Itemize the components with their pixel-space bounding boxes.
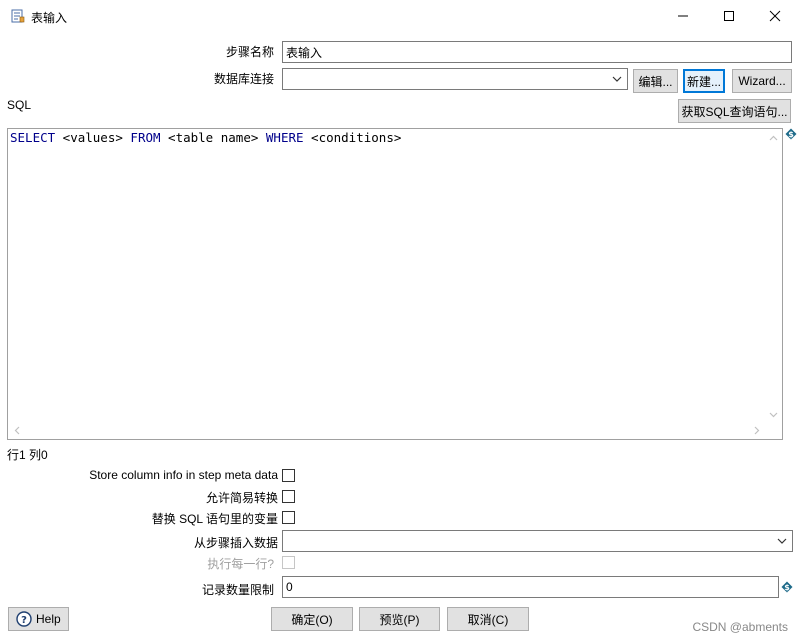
get-sql-button[interactable]: 获取SQL查询语句... xyxy=(678,99,791,123)
sql-editor[interactable]: SELECT <values> FROM <table name> WHERE … xyxy=(7,128,783,440)
ok-button[interactable]: 确定(O) xyxy=(271,607,353,631)
limit-input[interactable] xyxy=(282,576,779,598)
lazy-conversion-checkbox[interactable] xyxy=(282,490,295,503)
store-column-info-checkbox[interactable] xyxy=(282,469,295,482)
vertical-scrollbar[interactable] xyxy=(765,129,782,424)
sql-code: SELECT <values> FROM <table name> WHERE … xyxy=(10,130,401,145)
scroll-down-icon[interactable] xyxy=(769,412,778,418)
scroll-left-icon[interactable] xyxy=(14,426,20,435)
close-icon xyxy=(769,10,781,22)
replace-variables-checkbox[interactable] xyxy=(282,511,295,524)
table-input-icon xyxy=(11,9,25,23)
help-button[interactable]: ? Help xyxy=(8,607,69,631)
wizard-button[interactable]: Wizard... xyxy=(732,69,792,93)
minimize-button[interactable] xyxy=(660,0,706,32)
cursor-position-status: 行1 列0 xyxy=(7,448,48,462)
horizontal-scrollbar[interactable] xyxy=(8,422,766,439)
execute-each-row-label: 执行每一行? xyxy=(207,557,274,571)
sql-keyword: SELECT xyxy=(10,130,56,145)
scroll-corner xyxy=(765,422,782,439)
dollar-variable-icon: $ xyxy=(781,581,793,593)
watermark: CSDN @abments xyxy=(692,620,788,634)
db-connection-select[interactable] xyxy=(282,68,628,90)
title-bar: 表输入 xyxy=(0,0,804,34)
replace-variables-label: 替换 SQL 语句里的变量 xyxy=(151,512,278,526)
maximize-icon xyxy=(724,11,734,21)
limit-label: 记录数量限制 xyxy=(201,583,274,597)
step-name-label: 步骤名称 xyxy=(225,45,274,59)
sql-keyword: WHERE xyxy=(265,130,304,145)
window-title: 表输入 xyxy=(31,11,68,25)
execute-each-row-checkbox[interactable] xyxy=(282,556,295,569)
help-label: Help xyxy=(36,612,61,626)
scroll-right-icon[interactable] xyxy=(754,426,760,435)
sql-keyword: FROM xyxy=(130,130,161,145)
dollar-variable-icon: $ xyxy=(785,128,797,140)
svg-text:?: ? xyxy=(21,615,27,626)
new-connection-button[interactable]: 新建... xyxy=(683,69,725,93)
chevron-down-icon xyxy=(612,76,622,82)
sql-label: SQL xyxy=(7,98,32,112)
insert-data-from-step-label: 从步骤插入数据 xyxy=(193,536,278,550)
scroll-up-icon[interactable] xyxy=(769,135,778,141)
chevron-down-icon xyxy=(777,538,787,544)
lazy-conversion-label: 允许简易转换 xyxy=(205,491,278,505)
sql-text: <conditions> xyxy=(303,130,402,145)
maximize-button[interactable] xyxy=(706,0,752,32)
sql-text: <values> xyxy=(55,130,131,145)
store-column-info-label: Store column info in step meta data xyxy=(89,468,278,482)
preview-button[interactable]: 预览(P) xyxy=(359,607,440,631)
db-connection-label: 数据库连接 xyxy=(213,72,274,86)
cancel-button[interactable]: 取消(C) xyxy=(447,607,529,631)
close-button[interactable] xyxy=(752,0,798,32)
sql-text: <table name> xyxy=(160,130,266,145)
svg-text:$: $ xyxy=(784,583,790,592)
step-name-input[interactable] xyxy=(282,41,792,63)
insert-data-from-step-select[interactable] xyxy=(282,530,793,552)
svg-text:$: $ xyxy=(788,130,794,139)
question-circle-icon: ? xyxy=(16,611,32,627)
minimize-icon xyxy=(678,15,688,17)
edit-connection-button[interactable]: 编辑... xyxy=(633,69,678,93)
